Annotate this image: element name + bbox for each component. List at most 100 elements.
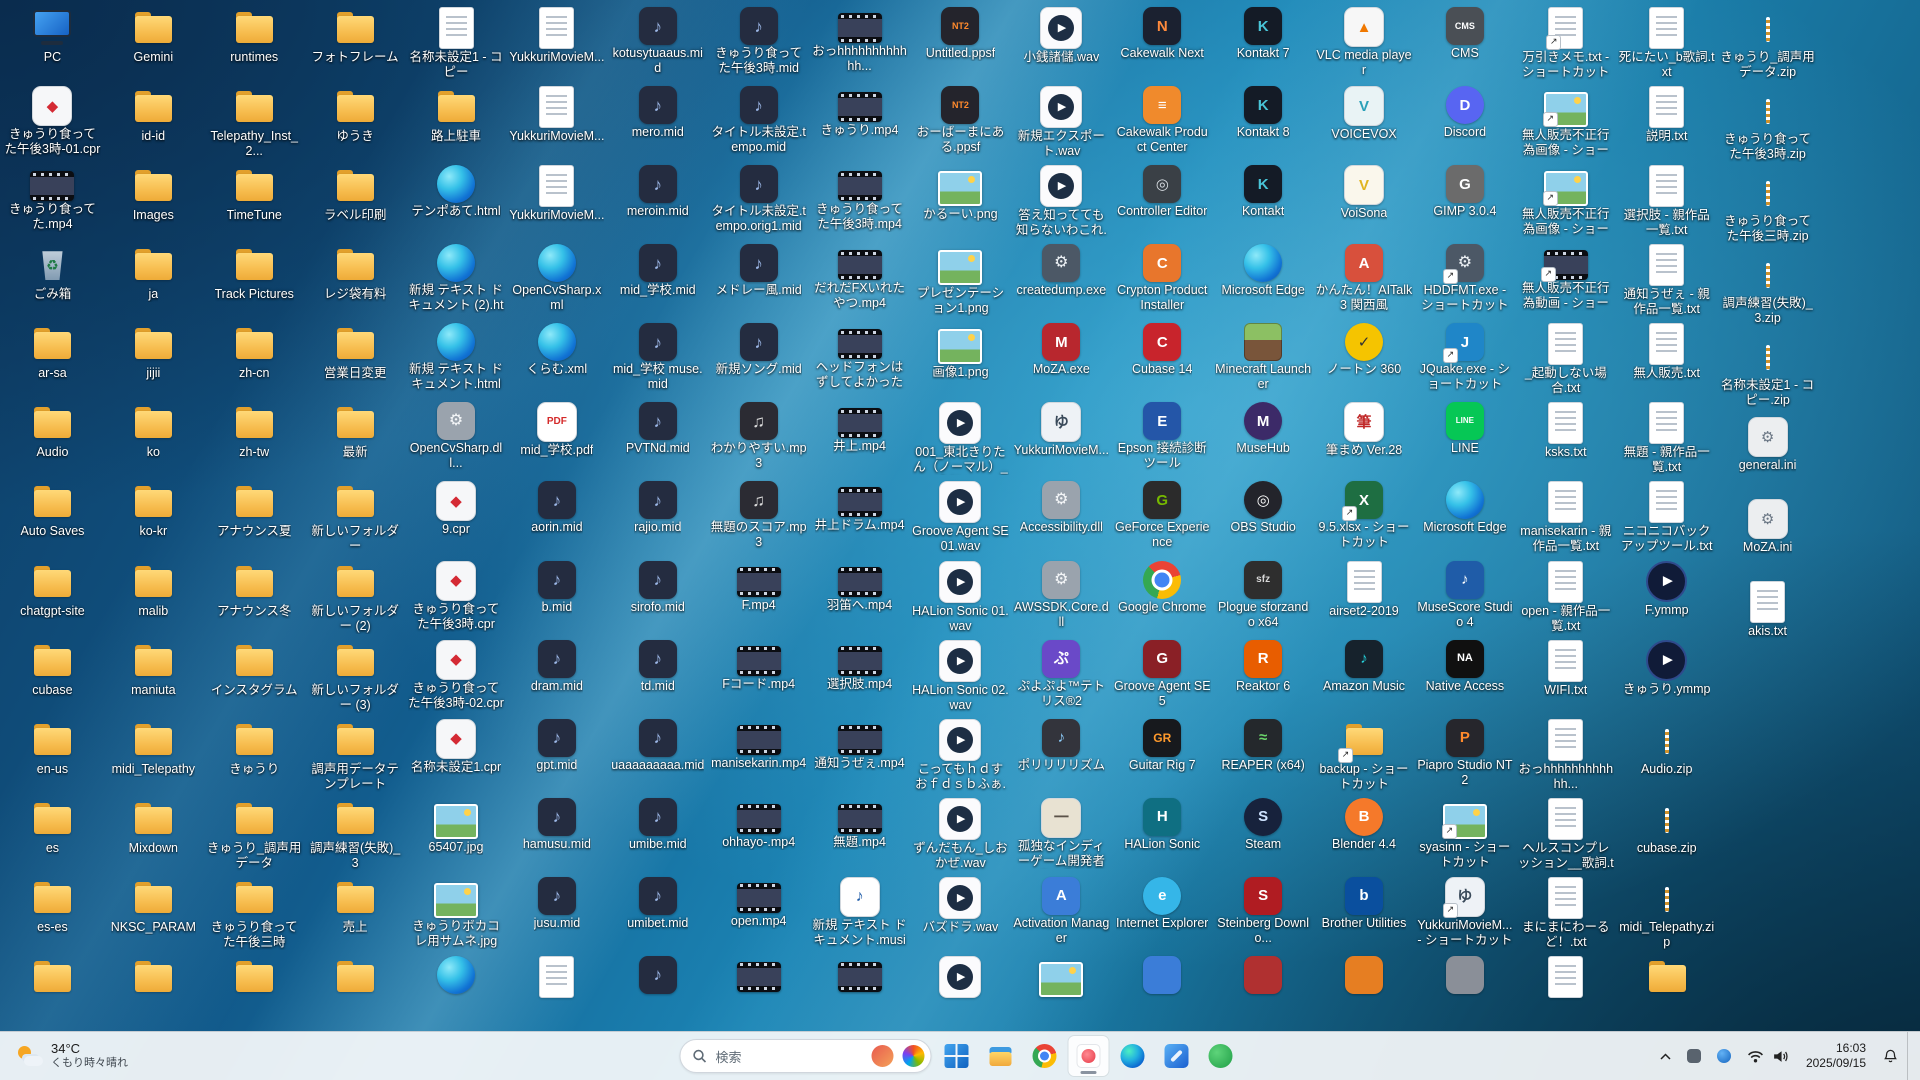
- google-chrome-button[interactable]: [1025, 1036, 1065, 1076]
- pinned-app-blue-button[interactable]: [1157, 1036, 1197, 1076]
- desktop-icon[interactable]: ♪ sirofo.mid: [607, 558, 708, 637]
- desktop-icon[interactable]: ⚙ Accessibility.dll: [1011, 478, 1112, 557]
- desktop-icon[interactable]: malib: [103, 558, 204, 637]
- desktop-icon[interactable]: WIFI.txt: [1515, 637, 1616, 716]
- desktop-icon[interactable]: ◆ 名称未設定1.cpr: [406, 716, 507, 795]
- desktop-icon[interactable]: Microsoft Edge: [1414, 478, 1515, 557]
- desktop-icon[interactable]: akis.txt: [1717, 578, 1818, 660]
- desktop-icon[interactable]: ♪: [607, 953, 708, 1032]
- desktop-icon[interactable]: ▲ VLC media player: [1314, 4, 1415, 83]
- desktop-icon[interactable]: CMS CMS: [1414, 4, 1515, 83]
- desktop-icon[interactable]: K Kontakt 7: [1213, 4, 1314, 83]
- desktop-icon[interactable]: 死にたい_b歌詞.txt: [1616, 4, 1717, 83]
- desktop-icon[interactable]: 売上: [305, 874, 406, 953]
- desktop-icon[interactable]: ⚙ ↗ HDDFMT.exe - ショートカット: [1414, 241, 1515, 320]
- desktop-icon[interactable]: きゅうり: [204, 716, 305, 795]
- desktop-icon[interactable]: ↗ backup - ショートカット: [1314, 716, 1415, 795]
- desktop-icon[interactable]: Fコード.mp4: [708, 637, 809, 716]
- desktop-icon[interactable]: E Epson 接続診断ツール: [1112, 399, 1213, 478]
- desktop-icon[interactable]: R Reaktor 6: [1213, 637, 1314, 716]
- desktop-icon[interactable]: ≈ REAPER (x64): [1213, 716, 1314, 795]
- desktop-icon[interactable]: [1515, 953, 1616, 1032]
- desktop-icon[interactable]: N Cakewalk Next: [1112, 4, 1213, 83]
- desktop-icon[interactable]: open.mp4: [708, 874, 809, 953]
- desktop-icon[interactable]: ↗無人販売不正行為画像 - ショートカッ...: [1515, 83, 1616, 162]
- desktop-icon[interactable]: midi_Telepathy.zip: [1616, 874, 1717, 953]
- desktop-icon[interactable]: インスタグラム: [204, 637, 305, 716]
- desktop-icon[interactable]: M MuseHub: [1213, 399, 1314, 478]
- desktop-icon[interactable]: 無題.mp4: [809, 795, 910, 874]
- desktop-icon[interactable]: ♪ タイトル未設定.tempo.mid: [708, 83, 809, 162]
- desktop-icon[interactable]: Auto Saves: [2, 478, 103, 557]
- desktop-icon[interactable]: open - 親作品一覧.txt: [1515, 558, 1616, 637]
- desktop-icon[interactable]: Gemini: [103, 4, 204, 83]
- desktop-icon[interactable]: 001_東北きりたん（ノーマル）_今じゃ...: [910, 399, 1011, 478]
- desktop-icon[interactable]: e Internet Explorer: [1112, 874, 1213, 953]
- widgets-weather-button[interactable]: 34°C くもり時々晴れ: [4, 1032, 140, 1080]
- desktop-icon[interactable]: [204, 953, 305, 1032]
- desktop-icon[interactable]: [406, 953, 507, 1032]
- desktop-icon[interactable]: きゅうり_調声用データ: [204, 795, 305, 874]
- desktop-icon[interactable]: くらむ.xml: [506, 320, 607, 399]
- desktop-icon[interactable]: LINE LINE: [1414, 399, 1515, 478]
- active-app-button[interactable]: [1068, 1036, 1109, 1076]
- desktop-icon[interactable]: cubase: [2, 637, 103, 716]
- desktop-icon[interactable]: 新しいフォルダー (2): [305, 558, 406, 637]
- desktop-icon[interactable]: ♪ jusu.mid: [506, 874, 607, 953]
- desktop-icon[interactable]: P Piapro Studio NT2: [1414, 716, 1515, 795]
- desktop-icon[interactable]: [1011, 953, 1112, 1032]
- microsoft-edge-button[interactable]: [1113, 1036, 1153, 1076]
- desktop-icon[interactable]: ↗無人販売不正行為画像 - ショートカット: [1515, 162, 1616, 241]
- desktop-icon[interactable]: 説明.txt: [1616, 83, 1717, 162]
- desktop-icon[interactable]: ♪ b.mid: [506, 558, 607, 637]
- desktop-icon[interactable]: es-es: [2, 874, 103, 953]
- desktop-icon[interactable]: Audio: [2, 399, 103, 478]
- desktop-background[interactable]: PC◆きゅうり食ってた午後3時-01.cprきゅうり食ってた.mp4ごみ箱ar-…: [0, 0, 1920, 1032]
- desktop-icon[interactable]: chatgpt-site: [2, 558, 103, 637]
- desktop-icon[interactable]: HALion Sonic 02.wav: [910, 637, 1011, 716]
- desktop-icon[interactable]: 答え知ってても知らないわこれ.wav: [1011, 162, 1112, 241]
- desktop-icon[interactable]: フォトフレーム: [305, 4, 406, 83]
- desktop-icon[interactable]: K Kontakt 8: [1213, 83, 1314, 162]
- desktop-icon[interactable]: [1314, 953, 1415, 1032]
- desktop-icon[interactable]: 筆筆まめ Ver.28: [1314, 399, 1415, 478]
- desktop-icon[interactable]: ◆ きゅうり食ってた午後3時.cpr: [406, 558, 507, 637]
- desktop-icon[interactable]: きゅうり.mp4: [809, 83, 910, 162]
- desktop-icon[interactable]: 新規 テキスト ドキュメント.html: [406, 320, 507, 399]
- desktop-icon[interactable]: V VoiSona: [1314, 162, 1415, 241]
- desktop-icon[interactable]: runtimes: [204, 4, 305, 83]
- desktop-icon[interactable]: G GeForce Experience: [1112, 478, 1213, 557]
- desktop-icon[interactable]: 羽笛へ.mp4: [809, 558, 910, 637]
- desktop-icon[interactable]: ⚙ createdump.exe: [1011, 241, 1112, 320]
- desktop-icon[interactable]: 調声用データテンプレート: [305, 716, 406, 795]
- desktop-icon[interactable]: S Steinberg Downlo...: [1213, 874, 1314, 953]
- desktop-icon[interactable]: ヘルスコンプレッション__歌詞.txt: [1515, 795, 1616, 874]
- desktop-icon[interactable]: [1414, 953, 1515, 1032]
- desktop-icon[interactable]: ◎ OBS Studio: [1213, 478, 1314, 557]
- desktop-icon[interactable]: ♪ hamusu.mid: [506, 795, 607, 874]
- desktop-icon[interactable]: zh-tw: [204, 399, 305, 478]
- notification-center-button[interactable]: [1876, 1038, 1905, 1074]
- desktop-icon[interactable]: [1112, 953, 1213, 1032]
- desktop-icon[interactable]: C Crypton Product Installer: [1112, 241, 1213, 320]
- desktop-icon[interactable]: アナウンス夏: [204, 478, 305, 557]
- desktop-icon[interactable]: ♪ umibet.mid: [607, 874, 708, 953]
- desktop-icon[interactable]: manisekarin - 親作品一覧.txt: [1515, 478, 1616, 557]
- copilot-icon[interactable]: [902, 1045, 925, 1067]
- desktop-icon[interactable]: ゆ YukkuriMovieM...: [1011, 399, 1112, 478]
- desktop-icon[interactable]: NT2 Untitled.ppsf: [910, 4, 1011, 83]
- desktop-icon[interactable]: J ↗ JQuake.exe - ショートカット: [1414, 320, 1515, 399]
- desktop-icon[interactable]: [2, 953, 103, 1032]
- taskbar-search-box[interactable]: 検索: [679, 1039, 932, 1073]
- desktop-icon[interactable]: C Cubase 14: [1112, 320, 1213, 399]
- desktop-icon[interactable]: アナウンス冬: [204, 558, 305, 637]
- desktop-icon[interactable]: A Activation Manager: [1011, 874, 1112, 953]
- desktop-icon[interactable]: HALion Sonic 01.wav: [910, 558, 1011, 637]
- desktop-icon[interactable]: きゅうり.ymmp: [1616, 637, 1717, 716]
- desktop-icon[interactable]: ♪ タイトル未設定.tempo.orig1.mid: [708, 162, 809, 241]
- desktop-icon[interactable]: ♪ umibe.mid: [607, 795, 708, 874]
- desktop-icon[interactable]: manisekarin.mp4: [708, 716, 809, 795]
- desktop-icon[interactable]: ohhayo-.mp4: [708, 795, 809, 874]
- desktop-icon[interactable]: b Brother Utilities: [1314, 874, 1415, 953]
- desktop-icon[interactable]: TimeTune: [204, 162, 305, 241]
